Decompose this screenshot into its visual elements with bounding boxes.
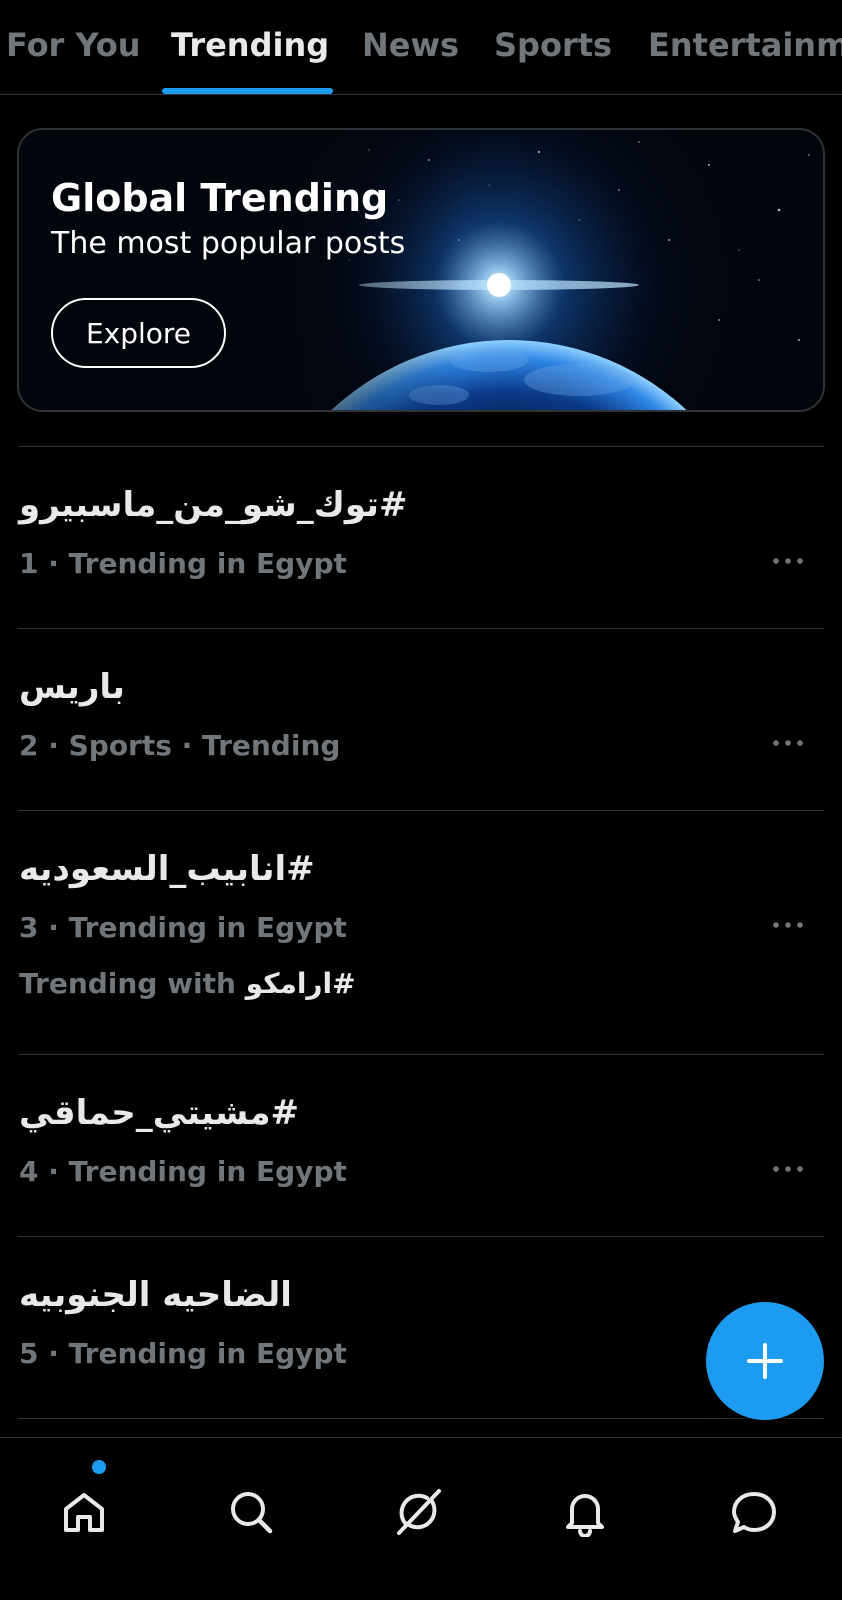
trend-name: الضاحيه الجنوبيه (19, 1275, 292, 1315)
home-icon (64, 1493, 104, 1532)
notification-dot (92, 1460, 106, 1474)
trending-with-hashtag[interactable]: #ارامكو (246, 967, 356, 1000)
trend-name: #انابيب_السعوديه (19, 849, 315, 889)
banner-title: Global Trending (51, 176, 389, 220)
earth-from-space-image (19, 130, 823, 410)
trend-item-4[interactable]: #مشيتي_حماقي 4 · Trending in Egypt (0, 1055, 842, 1236)
nav-messages[interactable] (724, 1482, 784, 1542)
global-trending-banner[interactable]: Global Trending The most popular posts E… (17, 128, 825, 412)
nav-home[interactable] (54, 1482, 114, 1542)
trending-with-label: Trending with (19, 967, 236, 1000)
trend-name: #مشيتي_حماقي (19, 1093, 300, 1133)
nav-grok[interactable] (388, 1482, 448, 1542)
trend-meta: 5 · Trending in Egypt (19, 1337, 347, 1370)
trending-with-line: Trending with #ارامكو (19, 967, 356, 1000)
bottom-navigation-bar (0, 1437, 842, 1600)
nav-notifications[interactable] (555, 1482, 615, 1542)
more-options-icon[interactable] (766, 546, 810, 576)
more-options-icon[interactable] (766, 910, 810, 940)
trend-meta: 2 · Sports · Trending (19, 729, 341, 762)
trend-meta: 1 · Trending in Egypt (19, 547, 347, 580)
more-options-icon[interactable] (766, 1154, 810, 1184)
top-tab-bar: For You Trending News Sports Entertainm (0, 0, 842, 95)
plus-icon (747, 1343, 783, 1379)
trend-item-1[interactable]: #توك_شو_من_ماسبيرو 1 · Trending in Egypt (0, 447, 842, 628)
tab-news[interactable]: News (362, 26, 459, 64)
more-options-icon[interactable] (766, 728, 810, 758)
nav-search[interactable] (221, 1482, 281, 1542)
trend-item-3[interactable]: #انابيب_السعوديه 3 · Trending in Egypt T… (0, 811, 842, 1054)
tab-entertainment[interactable]: Entertainm (648, 26, 842, 64)
trend-item-2[interactable]: باريس 2 · Sports · Trending (0, 629, 842, 810)
tab-for-you[interactable]: For You (6, 26, 140, 64)
bell-icon (566, 1494, 604, 1537)
trend-meta: 3 · Trending in Egypt (19, 911, 347, 944)
chat-bubble-icon (732, 1492, 776, 1533)
tab-sports[interactable]: Sports (494, 26, 612, 64)
search-icon (231, 1492, 273, 1534)
banner-subtitle: The most popular posts (51, 226, 406, 261)
tab-trending[interactable]: Trending (171, 26, 329, 64)
divider (18, 1418, 824, 1419)
trend-meta: 4 · Trending in Egypt (19, 1155, 347, 1188)
trend-name: #توك_شو_من_ماسبيرو (19, 485, 408, 525)
active-tab-indicator (162, 88, 333, 94)
grok-icon (397, 1489, 441, 1535)
compose-post-button[interactable] (706, 1302, 824, 1420)
trend-name: باريس (19, 667, 125, 707)
explore-button[interactable]: Explore (51, 298, 226, 368)
